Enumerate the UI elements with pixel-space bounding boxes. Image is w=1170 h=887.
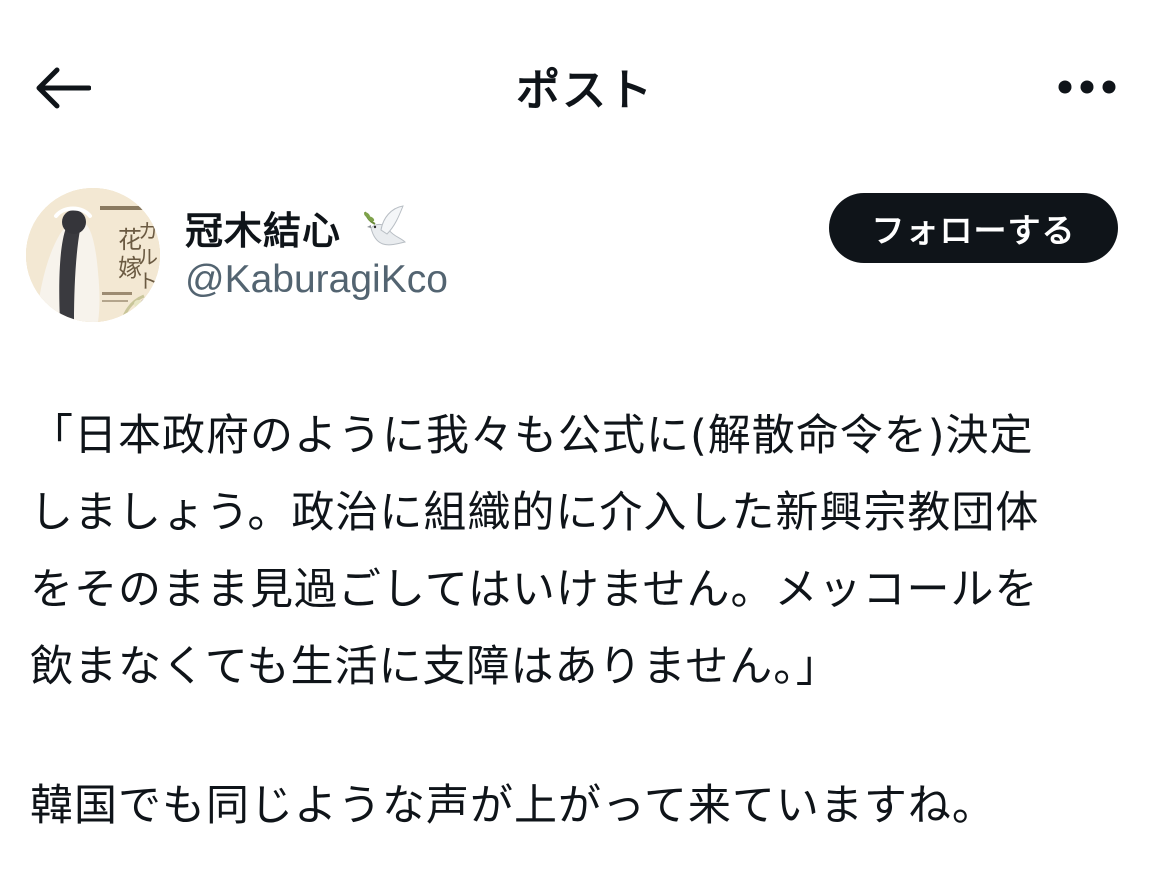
display-name: 冠木結心 bbox=[185, 209, 342, 253]
post-text: 「日本政府のように我々も公式に(解散命令を)決定 しましょう。政治に組織的に介入… bbox=[30, 398, 1140, 831]
page-title: ポスト bbox=[516, 65, 654, 116]
svg-text:カ: カ bbox=[138, 219, 158, 243]
more-options-button[interactable] bbox=[1052, 62, 1122, 112]
svg-text:ト: ト bbox=[138, 269, 158, 293]
more-horizontal-icon bbox=[1058, 80, 1116, 94]
follow-button[interactable]: フォローする bbox=[829, 193, 1118, 263]
avatar[interactable]: 花 嫁 カ ル ト の bbox=[26, 188, 160, 322]
dove-with-olive-branch-icon bbox=[364, 204, 406, 245]
post-paragraph-quote: 「日本政府のように我々も公式に(解散命令を)決定 しましょう。政治に組織的に介入… bbox=[30, 411, 1040, 692]
post-paragraph-comment: 韓国でも同じような声が上がって来ていますね。 bbox=[30, 781, 996, 831]
book-cover-avatar: 花 嫁 カ ル ト の bbox=[26, 188, 160, 322]
author-name-link[interactable]: 冠木結心 bbox=[185, 200, 409, 255]
author-handle[interactable]: @KaburagiKco bbox=[185, 258, 448, 302]
post-author-row: 花 嫁 カ ル ト の 冠木結心 @KaburagiKco フォローする bbox=[0, 186, 1170, 326]
top-nav-bar: ポスト bbox=[0, 0, 1170, 175]
svg-text:ル: ル bbox=[138, 245, 158, 269]
